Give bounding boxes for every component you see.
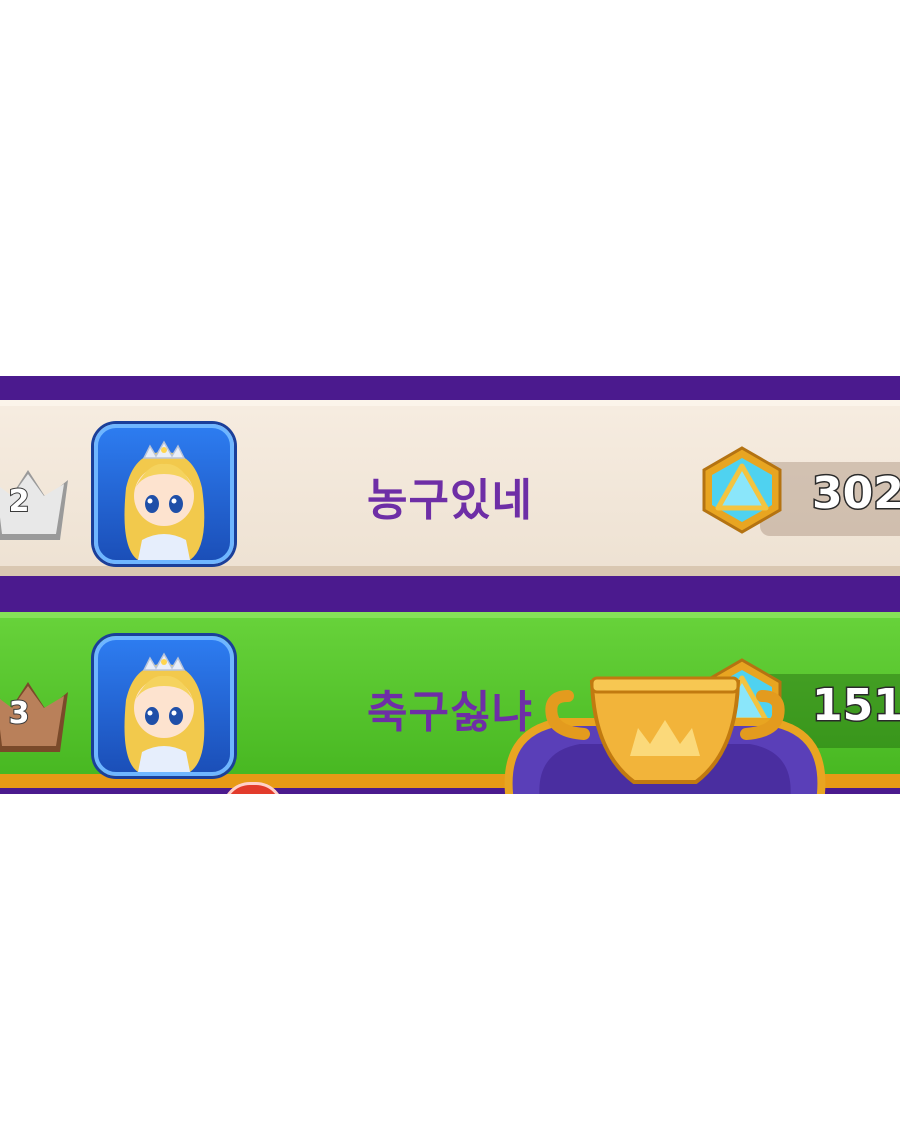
princess-avatar[interactable]	[94, 424, 234, 564]
bronze-crown-icon: 3	[0, 666, 74, 756]
player-name: 농구있네	[367, 475, 533, 526]
silver-crown-icon: 2	[0, 454, 74, 544]
rank-number: 2	[8, 483, 31, 520]
leaderboard: 2 농구있네 302 3 축구싫냐 151	[0, 376, 900, 794]
rank-number: 3	[8, 695, 31, 732]
blue-gem-icon	[698, 444, 786, 536]
leaderboard-row-2[interactable]: 2 농구있네 302	[0, 400, 900, 576]
trophy-icon[interactable]	[500, 672, 830, 794]
princess-avatar[interactable]	[94, 636, 234, 776]
player-score: 302	[811, 467, 900, 521]
